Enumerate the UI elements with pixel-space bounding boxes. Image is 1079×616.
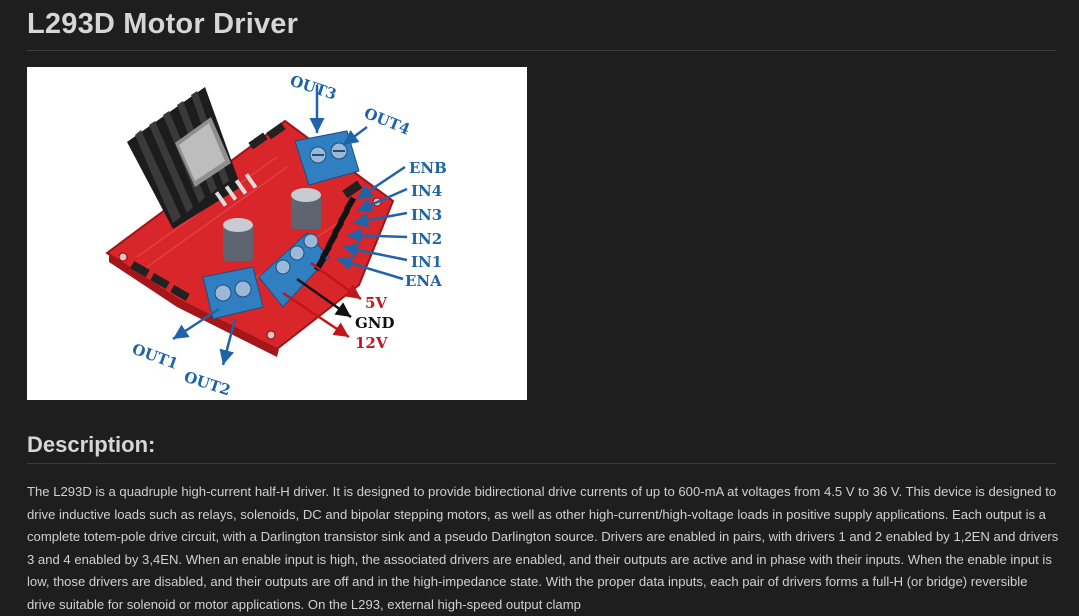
module-diagram-svg: OUT3 OUT4 ENB IN4 IN3 IN2 IN1 ENA 5V GND… [105,72,447,400]
label-out3: OUT3 [288,72,339,104]
description-divider [27,463,1056,464]
label-ena: ENA [405,272,442,290]
label-12v: 12V [355,334,388,352]
label-out2: OUT2 [182,368,233,400]
label-in3: IN3 [411,206,442,224]
description-text: The L293D is a quadruple high-current ha… [27,484,1059,612]
label-5v: 5V [365,294,387,312]
article-page: L293D Motor Driver OUT3 OUT4 ENB IN4 IN3… [0,0,1079,616]
label-enb: ENB [409,159,447,177]
label-out1: OUT1 [130,340,181,373]
module-diagram-image: OUT3 OUT4 ENB IN4 IN3 IN2 IN1 ENA 5V GND… [27,67,527,400]
label-in4: IN4 [411,182,442,200]
description-heading: Description: [27,432,156,457]
label-in1: IN1 [411,253,442,271]
label-gnd: GND [355,314,395,332]
title-divider [27,50,1056,51]
label-in2: IN2 [411,230,442,248]
page-title: L293D Motor Driver [27,8,299,40]
label-out4: OUT4 [362,104,413,139]
